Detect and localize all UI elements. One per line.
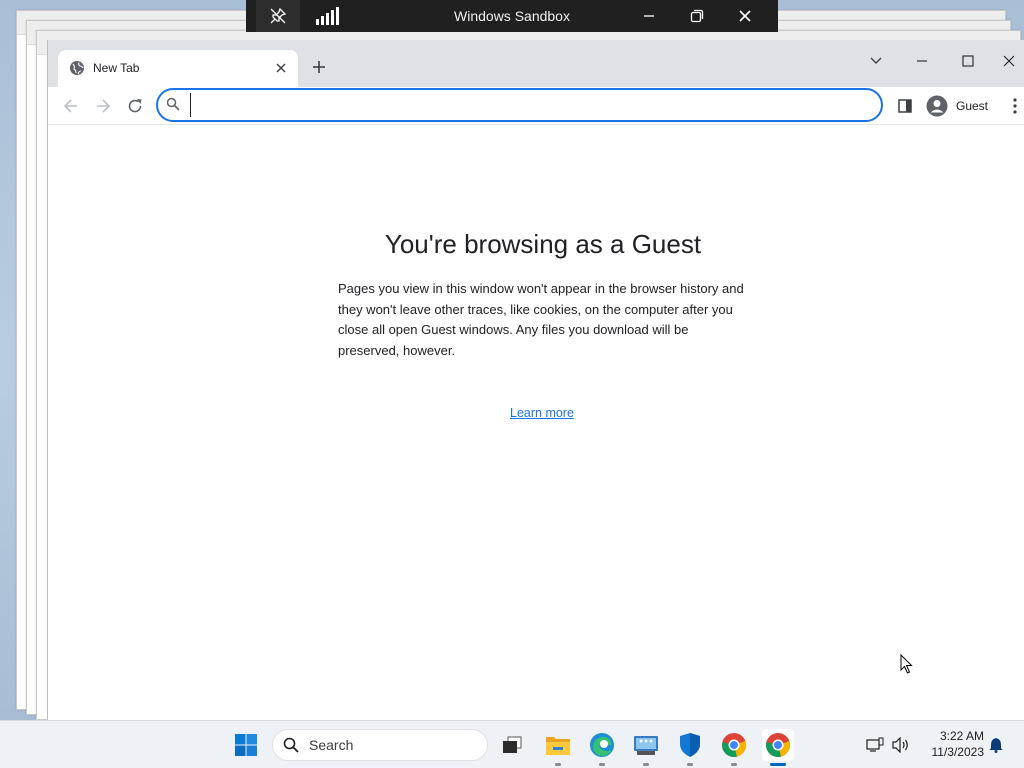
taskbar: Search 3:22 AM 11/3/2023: [0, 720, 1024, 768]
browser-minimize-button[interactable]: [902, 46, 942, 76]
sandbox-close-button[interactable]: [722, 0, 768, 32]
mouse-pointer-icon: [900, 653, 914, 679]
learn-more-link[interactable]: Learn more: [510, 406, 574, 420]
back-arrow-icon[interactable]: [56, 91, 86, 121]
sandbox-title-bar: Windows Sandbox: [246, 0, 778, 32]
clock-time: 3:22 AM: [939, 729, 984, 743]
search-icon: [283, 737, 299, 753]
side-panel-icon[interactable]: [891, 92, 919, 120]
profile-button[interactable]: Guest: [922, 91, 996, 121]
search-icon: [166, 97, 182, 113]
volume-icon[interactable]: [888, 729, 914, 761]
taskbar-search-label: Search: [309, 737, 354, 753]
page-title: You're browsing as a Guest: [384, 229, 702, 259]
chrome-active-icon[interactable]: [762, 729, 794, 766]
address-input[interactable]: [190, 93, 870, 117]
browser-toolbar: Guest: [48, 87, 1024, 125]
sandbox-restore-button[interactable]: [674, 0, 720, 32]
chrome-icon[interactable]: [718, 729, 750, 766]
task-view-icon[interactable]: [496, 729, 528, 761]
browser-window: New Tab Guest You're browsing as a Guest…: [47, 40, 1024, 720]
tab-search-chevron-down-icon[interactable]: [856, 46, 896, 76]
system-clock[interactable]: 3:22 AM 11/3/2023: [922, 728, 985, 760]
taskbar-search[interactable]: Search: [272, 729, 488, 761]
guest-description: Pages you view in this window won't appe…: [338, 281, 744, 358]
defender-icon[interactable]: [674, 729, 706, 766]
address-bar[interactable]: [156, 88, 883, 122]
tab-close-icon[interactable]: [272, 59, 290, 77]
sandbox-minimize-button[interactable]: [626, 0, 672, 32]
start-icon[interactable]: [230, 729, 262, 761]
tab-label: New Tab: [93, 61, 140, 75]
file-explorer-icon[interactable]: [542, 729, 574, 766]
clock-date: 11/3/2023: [931, 745, 985, 759]
network-app-icon[interactable]: [630, 729, 662, 766]
browser-maximize-button[interactable]: [948, 46, 988, 76]
profile-name: Guest: [956, 99, 989, 113]
network-status-icon[interactable]: [862, 729, 888, 761]
browser-close-button[interactable]: [994, 46, 1024, 76]
notification-bell-icon[interactable]: [984, 729, 1008, 761]
reload-icon[interactable]: [120, 91, 150, 121]
edge-icon[interactable]: [586, 729, 618, 766]
tab-strip: New Tab: [48, 40, 1024, 87]
more-menu-icon[interactable]: [1006, 92, 1024, 120]
forward-arrow-icon[interactable]: [88, 91, 118, 121]
guest-avatar-icon: [926, 95, 948, 117]
new-tab-button[interactable]: [306, 54, 332, 80]
tab-new-tab[interactable]: New Tab: [58, 50, 298, 87]
page-content: You're browsing as a Guest Pages you vie…: [48, 125, 1024, 720]
globe-icon: [69, 60, 85, 76]
